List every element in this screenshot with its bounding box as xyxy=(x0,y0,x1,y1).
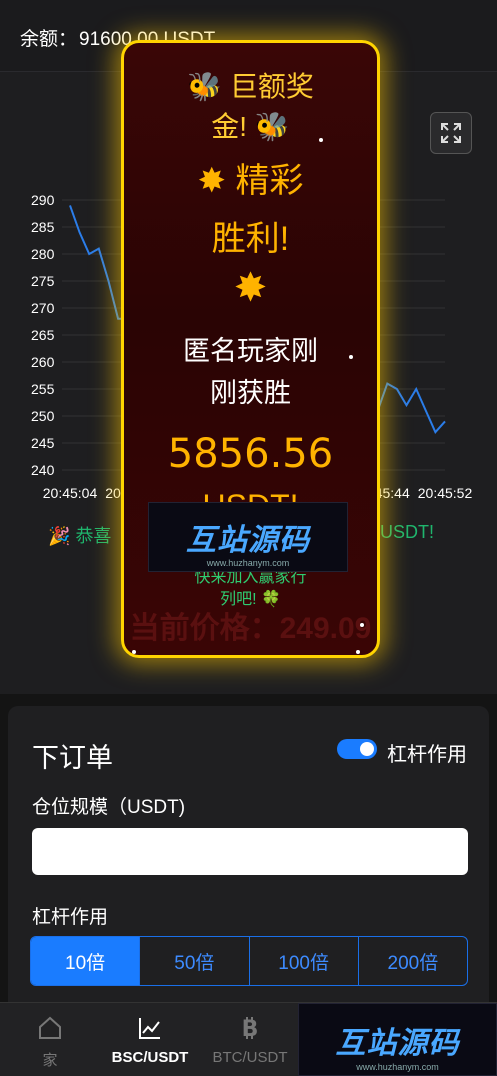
position-size-label: 仓位规模（USDT) xyxy=(32,797,186,818)
leverage-option-100x[interactable]: 100倍 xyxy=(250,937,359,985)
bee-icon: 🐝 xyxy=(187,71,223,102)
leverage-option-200x[interactable]: 200倍 xyxy=(359,937,467,985)
leverage-option-50x[interactable]: 50倍 xyxy=(140,937,250,985)
balance-label: 余额： xyxy=(20,29,78,50)
leverage-option-10x[interactable]: 10倍 xyxy=(31,937,141,985)
fullscreen-button[interactable] xyxy=(430,112,472,154)
popup-bg-price: 当前价格：249.09 xyxy=(129,612,372,645)
sparkle-dot xyxy=(319,138,323,142)
y-tick-label: 260 xyxy=(31,354,55,370)
leverage-label: 杠杆作用 xyxy=(32,907,109,928)
sparkle-dot xyxy=(360,623,364,627)
leverage-selector: 10倍 50倍 100倍 200倍 xyxy=(30,936,468,986)
chart-icon xyxy=(139,1018,160,1039)
ticker-text-left: 恭喜 xyxy=(75,526,112,546)
expand-icon xyxy=(441,123,461,143)
win-ticker-left: 🎉 恭喜 xyxy=(48,522,111,548)
popup-amount: 5856.56 xyxy=(167,431,334,477)
sparkle-dot xyxy=(349,355,353,359)
order-title: 下订单 xyxy=(32,743,113,773)
popup-line5: 刚获胜 xyxy=(210,378,291,408)
tab-bsc-usdt-label: BSC/USDT xyxy=(111,1049,189,1066)
popup-line2-row: ✸ 精彩 xyxy=(124,153,377,202)
watermark-text: 互站源码 xyxy=(186,524,310,557)
y-tick-label: 280 xyxy=(31,246,55,262)
order-panel: 下订单 杠杆作用 仓位规模（USDT) 杠杆作用 10倍 50倍 100倍 20… xyxy=(8,706,489,1006)
popup-line1b: 金! xyxy=(211,111,248,142)
tab-btc-usdt-label: BTC/USDT xyxy=(212,1049,288,1066)
svg-text:B: B xyxy=(242,1017,259,1041)
position-size-input[interactable] xyxy=(32,828,468,875)
y-tick-label: 240 xyxy=(31,462,55,478)
watermark-sub: www.huzhanym.com xyxy=(356,1062,439,1072)
popup-headline: 🐝 巨额奖 金! 🐝 xyxy=(124,65,377,145)
ticker-text-right: USDT! xyxy=(380,522,434,542)
tab-bsc-usdt[interactable]: BSC/USDT xyxy=(100,1003,200,1076)
y-tick-label: 250 xyxy=(31,408,55,424)
popup-line3: 胜利! xyxy=(211,220,290,258)
toggle-knob xyxy=(360,742,374,756)
popup-line4: 匿名玩家刚 xyxy=(183,336,318,366)
y-tick-label: 285 xyxy=(31,219,55,235)
leverage-toggle[interactable] xyxy=(337,739,377,759)
watermark-logo: 互站源码 www.huzhanym.com xyxy=(148,502,348,572)
tab-btc-usdt[interactable]: B BTC/USDT xyxy=(200,1003,300,1076)
tab-home[interactable]: 家 xyxy=(0,1003,100,1076)
party-icon: 🎉 xyxy=(48,526,71,546)
y-tick-label: 275 xyxy=(31,273,55,289)
sparkle-dot xyxy=(356,650,360,654)
popup-line1: 巨额奖 xyxy=(229,71,314,102)
y-tick-label: 255 xyxy=(31,381,55,397)
x-tick-label: 20:45:04 xyxy=(43,485,98,501)
leverage-toggle-label: 杠杆作用 xyxy=(387,744,467,766)
home-icon xyxy=(39,1016,61,1039)
bee-icon: 🐝 xyxy=(254,111,290,142)
popup-line2: 精彩 xyxy=(235,162,304,200)
watermark-logo-bottom: 互站源码 www.huzhanym.com xyxy=(298,1003,497,1076)
x-tick-label: 20:45:52 xyxy=(418,485,473,501)
watermark-text: 互站源码 xyxy=(335,1026,460,1060)
watermark-sub: www.huzhanym.com xyxy=(206,558,290,568)
sparkle-dot xyxy=(132,650,136,654)
sparkle-icon: ✸ xyxy=(197,162,227,200)
bitcoin-icon: B xyxy=(242,1017,259,1041)
y-tick-label: 245 xyxy=(31,435,55,451)
y-tick-label: 265 xyxy=(31,327,55,343)
sparkle-icon: ✸ xyxy=(233,266,268,310)
y-tick-label: 270 xyxy=(31,300,55,316)
y-tick-label: 290 xyxy=(31,192,55,208)
tab-home-label: 家 xyxy=(42,1052,58,1069)
